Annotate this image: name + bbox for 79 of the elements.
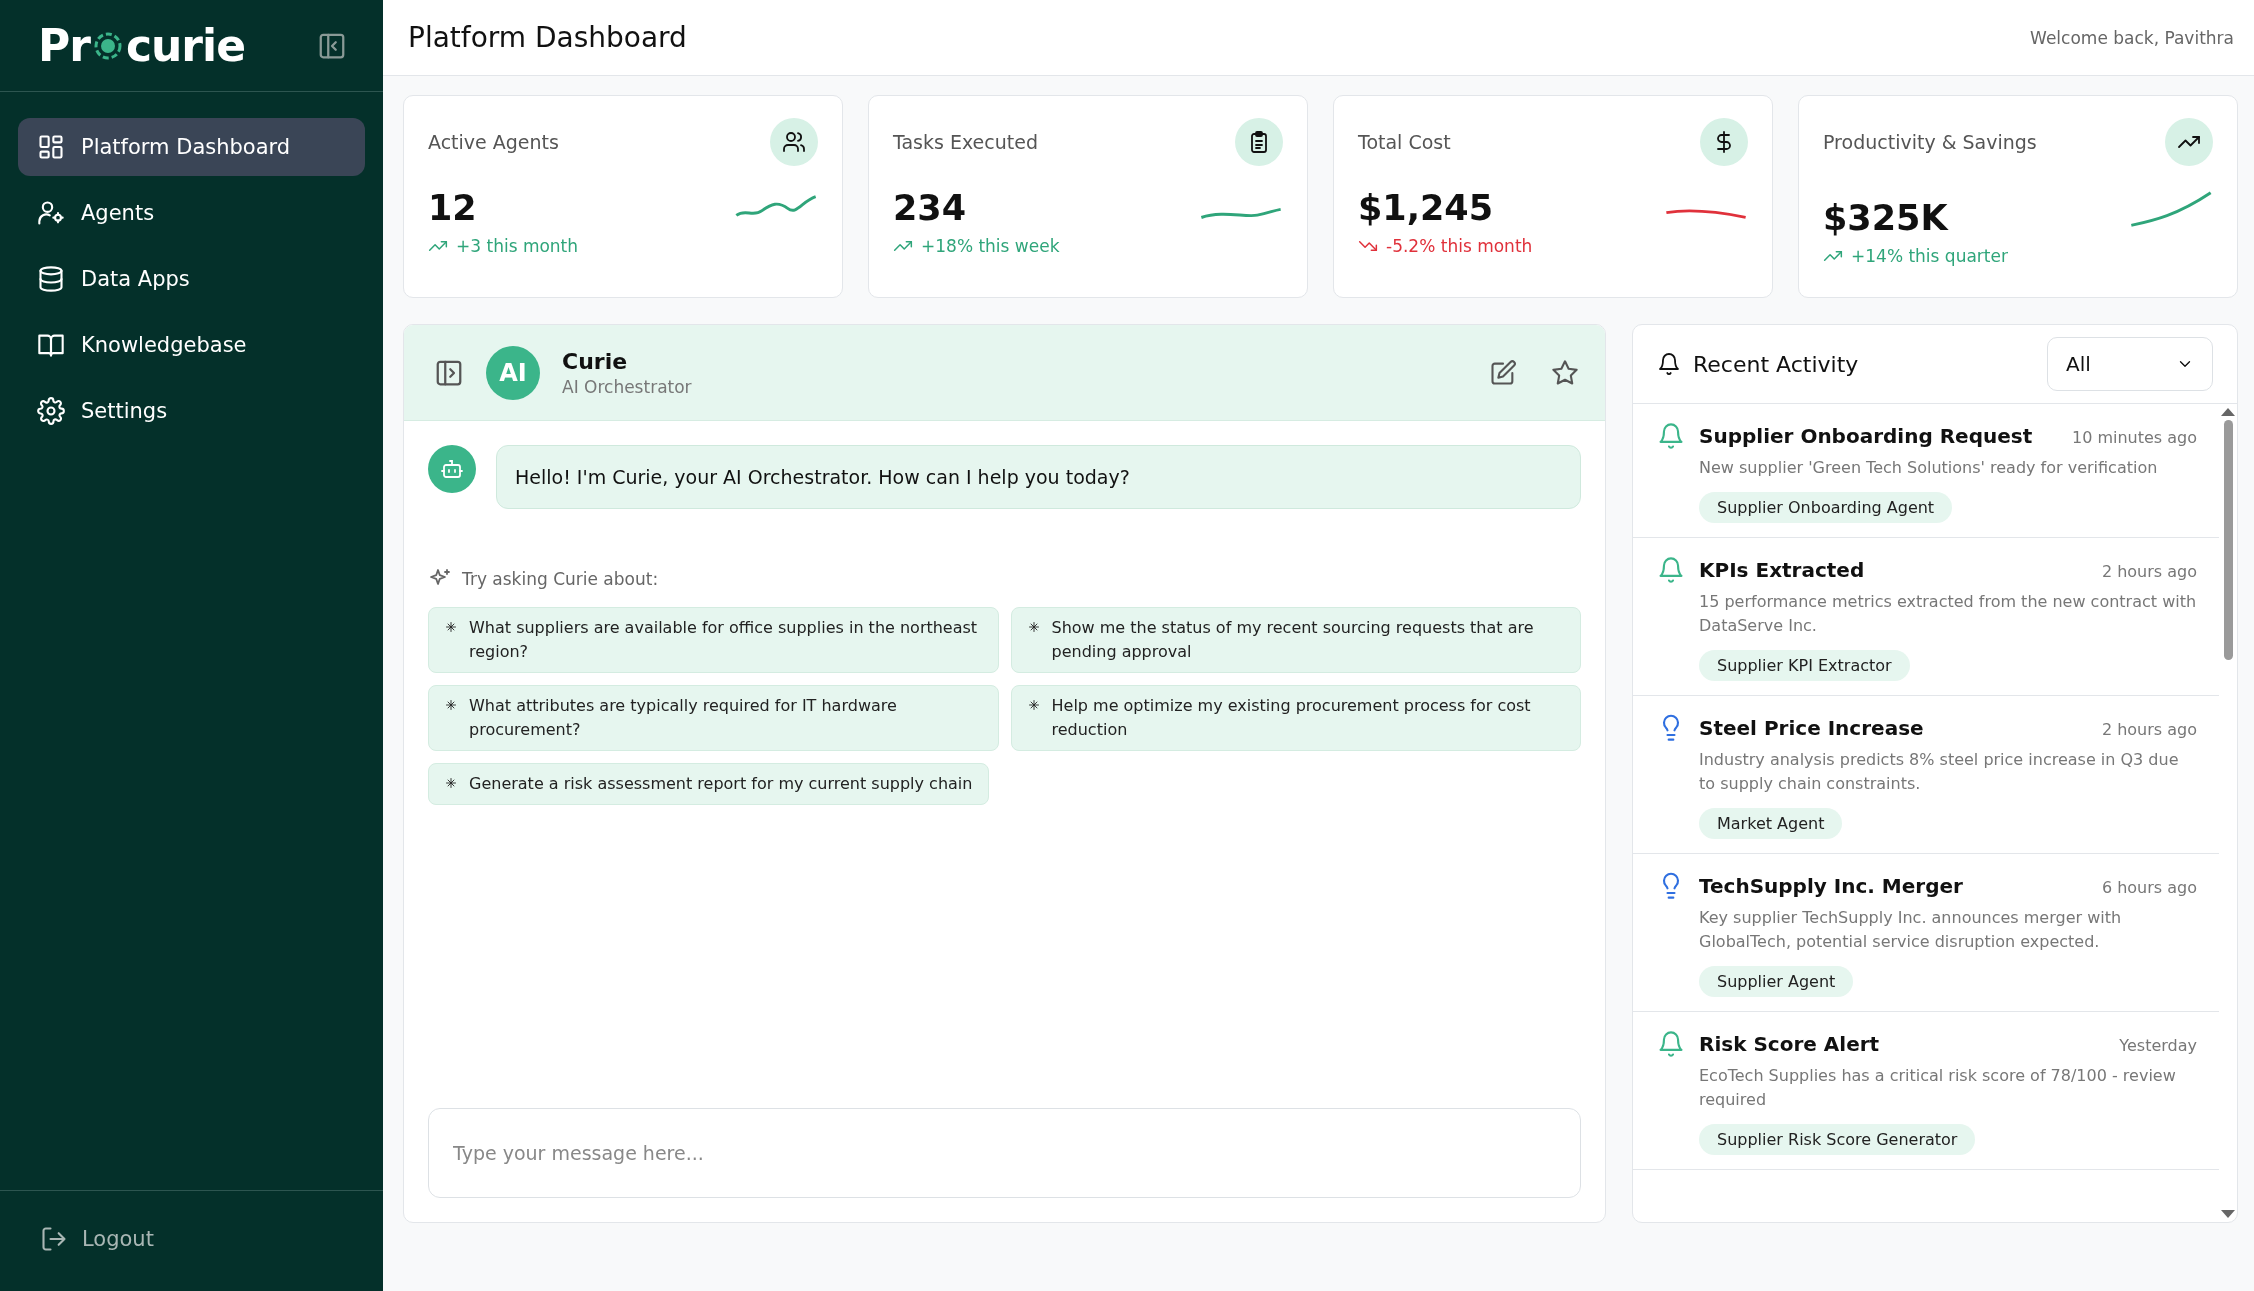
bot-avatar-icon (428, 445, 476, 493)
nav-item[interactable]: Settings (18, 382, 365, 440)
sparkle-icon (1027, 621, 1040, 633)
bell-icon (1657, 422, 1685, 450)
activity-time: Yesterday (2119, 1036, 2197, 1055)
agent-tag: Supplier KPI Extractor (1699, 650, 1910, 681)
stat-value: 234 (893, 188, 967, 228)
users-icon (782, 130, 806, 154)
stat-title: Tasks Executed (893, 131, 1038, 153)
bell-icon (1657, 1030, 1685, 1058)
activity-time: 2 hours ago (2101, 562, 2197, 581)
stat-change: +3 this month (456, 236, 579, 256)
activity-description: EcoTech Supplies has a critical risk score of 78/100 - review required (1699, 1065, 2177, 1111)
nav-item[interactable]: Agents (18, 184, 365, 242)
stat-value: 12 (428, 188, 477, 228)
pencil-square-icon (1489, 358, 1517, 387)
sparkle-icon (445, 621, 457, 633)
star-icon (1551, 358, 1579, 387)
assistant-name: Curie (562, 348, 629, 374)
activity-title: Supplier Onboarding Request (1699, 424, 2033, 448)
message-input[interactable]: Type your message here... (428, 1108, 1581, 1198)
stat-change: +14% this quarter (1851, 246, 2008, 266)
bell-icon (1657, 352, 1681, 376)
sparkle-icon (445, 777, 457, 789)
agent-tag: Supplier Onboarding Agent (1699, 492, 1953, 523)
activity-description: Key supplier TechSupply Inc. announces merger with GlobalTech, potential service disruption expected. (1699, 907, 2123, 953)
suggestion-chip[interactable]: Show me the status of my recent sourcing requests that are pending approval (1010, 607, 1581, 673)
user-gear-icon (37, 199, 65, 227)
suggestion-chip[interactable]: What attributes are typically required for IT hardware procurement? (428, 685, 999, 751)
agent-tag: Supplier Agent (1699, 966, 1854, 997)
activity-item[interactable]: KPIs Extracted 2 hours ago 15 performance metrics extracted from the new contract with DataServe Inc. Supplier KPI Extractor (1633, 538, 2219, 696)
activity-title: Risk Score Alert (1699, 1032, 1880, 1056)
activity-description: Industry analysis predicts 8% steel price increase in Q3 due to supply chain constraints. (1699, 749, 2180, 795)
dashboard-grid-icon (37, 133, 65, 161)
page-title: Platform Dashboard (408, 21, 687, 54)
assistant-role: AI Orchestrator (562, 376, 693, 397)
assistant-avatar: AI (486, 345, 540, 400)
activity-item[interactable]: Risk Score Alert Yesterday EcoTech Supplies has a critical risk score of 78/100 - review required Supplier Risk Score Generator (1633, 1012, 2219, 1170)
agent-tag: Supplier Risk Score Generator (1699, 1124, 1976, 1155)
suggestion-chip[interactable]: What suppliers are available for office supplies in the northeast region? (428, 607, 999, 673)
settings-icon (37, 397, 65, 425)
suggestion-chip[interactable]: Help me optimize my existing procurement process for cost reduction (1010, 685, 1581, 751)
activity-description: 15 performance metrics extracted from the new contract with DataServe Inc. (1699, 591, 2197, 637)
stat-title: Productivity & Savings (1823, 131, 2037, 153)
panel-title: Recent Activity (1693, 351, 1859, 377)
filter-dropdown[interactable]: All (2047, 337, 2213, 391)
activity-title: Steel Price Increase (1699, 716, 1924, 740)
welcome-text: Welcome back, Pavithra (2030, 27, 2234, 48)
stat-value: $1,245 (1358, 188, 1494, 228)
edit-button[interactable] (1489, 358, 1517, 387)
activity-title: KPIs Extracted (1699, 558, 1865, 582)
nav-item[interactable]: Data Apps (18, 250, 365, 308)
nav-item[interactable]: Knowledgebase (18, 316, 365, 374)
stat-title: Total Cost (1358, 131, 1451, 153)
nav-item[interactable]: Platform Dashboard (18, 118, 365, 176)
activity-time: 10 minutes ago (2071, 428, 2197, 447)
logout-button[interactable]: Logout (40, 1225, 154, 1253)
suggestions-label: Try asking Curie about: (462, 569, 659, 589)
logout-icon (40, 1225, 68, 1253)
bell-icon (1657, 556, 1685, 584)
activity-item[interactable]: Supplier Onboarding Request 10 minutes ago New supplier 'Green Tech Solutions' ready for verification Supplier Onboarding Agent (1633, 404, 2219, 538)
activity-description: New supplier 'Green Tech Solutions' ready for verification (1699, 457, 2159, 479)
favorite-button[interactable] (1551, 358, 1579, 387)
stat-change: +18% this week (921, 236, 1060, 256)
activity-time: 6 hours ago (2101, 878, 2197, 897)
activity-item[interactable]: Steel Price Increase 2 hours ago Industry analysis predicts 8% steel price increase in Q3 due to supply chain constraints. Market Agent (1633, 696, 2219, 854)
suggestion-chip[interactable]: Generate a risk assessment report for my current supply chain (428, 763, 990, 805)
activity-item[interactable]: TechSupply Inc. Merger 6 hours ago Key supplier TechSupply Inc. announces merger with GlobalTech, potential service disruption expected. Supplier Agent (1633, 854, 2219, 1012)
database-icon (37, 265, 65, 293)
activity-time: 2 hours ago (2101, 720, 2197, 739)
stat-change: -5.2% this month (1386, 236, 1533, 256)
agent-tag: Market Agent (1699, 808, 1843, 839)
stat-value: $325K (1823, 198, 1948, 238)
sparkle-icon (445, 699, 457, 711)
brand-logo: Pr curie (38, 20, 245, 71)
stat-title: Active Agents (428, 131, 559, 153)
sparkle-icon (1027, 699, 1040, 711)
assistant-message: Hello! I'm Curie, your AI Orchestrator. How can I help you today? (496, 445, 1581, 509)
activity-title: TechSupply Inc. Merger (1699, 874, 1963, 898)
